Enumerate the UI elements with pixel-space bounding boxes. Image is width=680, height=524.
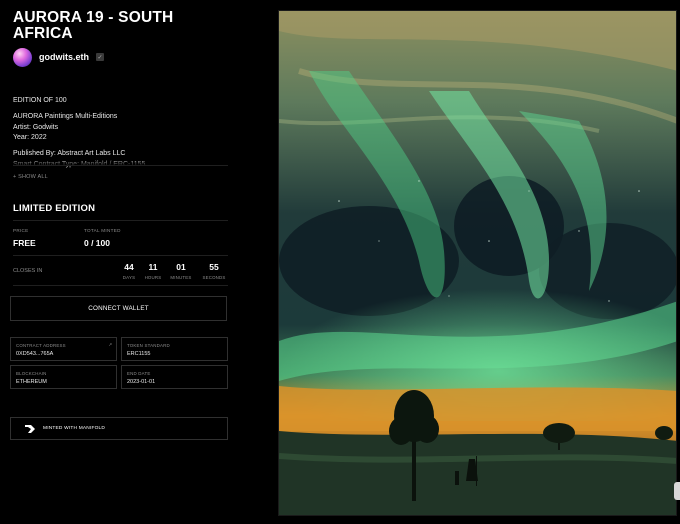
countdown-unit: HOURS: [144, 275, 162, 280]
contract-address-value[interactable]: 0XD543...765A: [16, 351, 53, 357]
countdown-seconds: 55 SECONDS: [199, 262, 229, 280]
countdown-value: 55: [209, 262, 219, 272]
left-panel: AURORA 19 - SOUTH AFRICA godwits.eth ✓ E…: [0, 0, 240, 524]
creator-name[interactable]: godwits.eth: [39, 52, 89, 62]
end-date-value: 2023-01-01: [127, 379, 156, 385]
price-value: FREE: [13, 238, 36, 248]
page-title: AURORA 19 - SOUTH AFRICA: [13, 9, 174, 42]
external-link-icon[interactable]: ↗: [108, 342, 112, 348]
token-standard-value: ERC1155: [127, 351, 151, 357]
end-date-box: END DATE 2023-01-01: [121, 365, 228, 389]
description: EDITION OF 100 AURORA Paintings Multi-Ed…: [13, 96, 228, 159]
total-minted-value: 0 / 100: [84, 238, 110, 248]
manifold-label[interactable]: MINTED WITH MANIFOLD: [43, 426, 105, 431]
aurora-painting: [279, 11, 676, 515]
edition-text: EDITION OF 100: [13, 97, 67, 104]
limited-edition-heading: LIMITED EDITION: [13, 203, 96, 214]
countdown-unit: MINUTES: [170, 275, 192, 280]
countdown-minutes: 01 MINUTES: [166, 262, 196, 280]
closes-in-label: CLOSES IN: [13, 268, 43, 274]
manifold-logo-icon: [25, 424, 35, 433]
artwork-image: [278, 10, 677, 516]
token-standard-label: TOKEN STANDARD: [127, 343, 170, 348]
divider: [13, 255, 228, 256]
end-date-label: END DATE: [127, 371, 151, 376]
show-all-button[interactable]: + SHOW ALL: [13, 174, 48, 180]
collection-text: AURORA Paintings Multi-Editions: [13, 113, 118, 121]
creator-row[interactable]: godwits.eth ✓: [13, 47, 104, 67]
price-label: PRICE: [13, 228, 29, 233]
token-standard-box: TOKEN STANDARD ERC1155: [121, 337, 228, 361]
year-text: Year: 2022: [13, 133, 47, 141]
contract-address-box[interactable]: CONTRACT ADDRESS ↗ 0XD543...765A: [10, 337, 117, 361]
manifold-link[interactable]: MINTED WITH MANIFOLD: [10, 417, 228, 440]
blockchain-box: BLOCKCHAIN ETHEREUM: [10, 365, 117, 389]
countdown-value: 11: [148, 262, 158, 272]
verified-badge-icon: ✓: [96, 53, 104, 61]
publisher-text: Published By: Abstract Art Labs LLC: [13, 150, 126, 158]
artist-text: Artist: Godwits: [13, 123, 59, 131]
countdown-value: 01: [176, 262, 186, 272]
blockchain-label: BLOCKCHAIN: [16, 371, 47, 376]
countdown-unit: SECONDS: [202, 275, 226, 280]
divider: [13, 220, 228, 221]
avatar[interactable]: [13, 47, 32, 67]
blockchain-value: ETHEREUM: [16, 379, 47, 385]
divider: [13, 165, 228, 166]
total-minted-label: TOTAL MINTED: [84, 228, 121, 233]
countdown-hours: 11 HOURS: [138, 262, 168, 280]
contract-address-label: CONTRACT ADDRESS: [16, 343, 66, 348]
divider: [13, 285, 228, 286]
connect-wallet-button[interactable]: CONNECT WALLET: [10, 296, 227, 321]
scroll-handle[interactable]: [674, 482, 680, 500]
